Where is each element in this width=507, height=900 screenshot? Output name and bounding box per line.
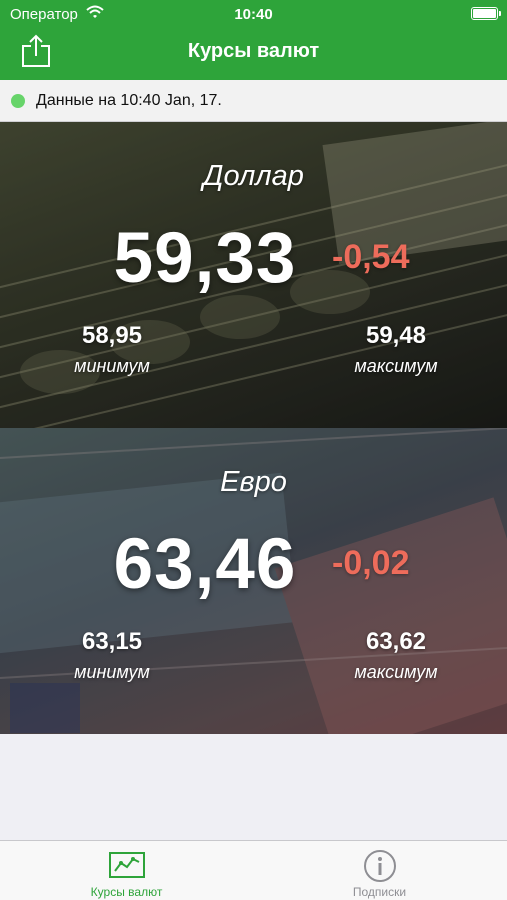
line-chart-icon — [109, 852, 145, 878]
status-time: 10:40 — [234, 6, 273, 23]
min-value: 63,15 — [81, 628, 143, 655]
max-value: 59,48 — [365, 322, 427, 349]
status-bar: Оператор 10:40 — [0, 0, 507, 28]
battery-icon — [471, 7, 501, 20]
tab-bar: Курсы валют Подписки — [0, 840, 507, 900]
max-value: 63,62 — [365, 628, 427, 655]
update-notice: Данные на 10:40 Jan, 17. — [0, 80, 507, 122]
tab-subscriptions[interactable]: Подписки — [253, 841, 506, 900]
tab-label: Курсы валют — [90, 885, 163, 899]
max-label: максимум — [354, 662, 438, 682]
update-text: Данные на 10:40 Jan, 17. — [36, 92, 222, 109]
max-label: максимум — [354, 356, 438, 376]
rate-change: -0,02 — [332, 544, 410, 582]
navigation-bar: Оператор 10:40 Курсы валют — [0, 0, 507, 80]
currency-name: Доллар — [203, 160, 304, 192]
currency-rate: 63,46 — [113, 525, 297, 604]
currency-card-usd: Доллар 59,33 -0,54 58,95 минимум 59,48 м… — [0, 122, 507, 428]
min-label: минимум — [74, 356, 150, 376]
tab-label: Подписки — [352, 885, 407, 899]
tab-rates[interactable]: Курсы валют — [0, 841, 253, 900]
page-title: Курсы валют — [187, 40, 320, 62]
currency-name: Евро — [220, 466, 287, 498]
currency-rate: 59,33 — [113, 219, 297, 298]
info-circle-icon — [364, 850, 396, 882]
currency-card-eur: Евро 63,46 -0,02 63,15 минимум 63,62 мак… — [0, 428, 507, 734]
status-indicator — [11, 94, 25, 108]
min-value: 58,95 — [81, 322, 143, 349]
rate-change: -0,54 — [332, 238, 410, 276]
min-label: минимум — [74, 662, 150, 682]
